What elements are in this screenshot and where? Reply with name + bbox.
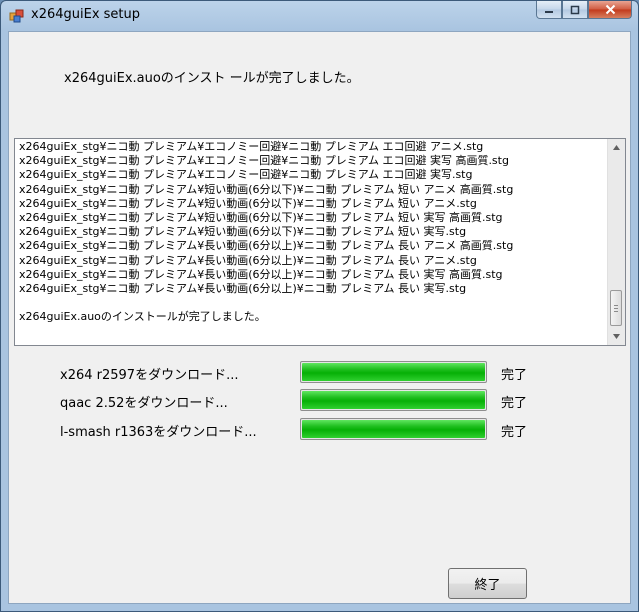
log-final-line: x264guiEx.auoのインストールが完了しました。 bbox=[19, 310, 266, 324]
progress-fill bbox=[302, 420, 485, 438]
progress-fill bbox=[302, 391, 485, 409]
minimize-button[interactable] bbox=[536, 1, 562, 19]
log-lines: x264guiEx_stg¥ニコ動 プレミアム¥エコノミー回避¥ニコ動 プレミア… bbox=[19, 140, 609, 324]
minimize-icon bbox=[545, 10, 553, 13]
grip-line bbox=[614, 311, 618, 312]
log-line: x264guiEx_stg¥ニコ動 プレミアム¥短い動画(6分以下)¥ニコ動 プ… bbox=[19, 196, 477, 210]
scroll-down-arrow-icon bbox=[613, 334, 620, 339]
setup-window: x264guiEx setup x264guiEx.auoのインスト ールが完了… bbox=[0, 0, 639, 612]
app-icon bbox=[9, 9, 24, 23]
download-progress-bar bbox=[300, 361, 487, 383]
log-scrollbar[interactable] bbox=[607, 139, 625, 345]
download-status: 完了 bbox=[501, 425, 528, 440]
scroll-down-button[interactable] bbox=[608, 328, 625, 345]
log-line: x264guiEx_stg¥ニコ動 プレミアム¥エコノミー回避¥ニコ動 プレミア… bbox=[19, 168, 473, 182]
client-area: x264guiEx.auoのインスト ールが完了しました。 x264guiEx_… bbox=[8, 31, 631, 604]
scroll-thumb[interactable] bbox=[610, 290, 622, 326]
log-line: x264guiEx_stg¥ニコ動 プレミアム¥短い動画(6分以下)¥ニコ動 プ… bbox=[19, 225, 467, 239]
window-title: x264guiEx setup bbox=[31, 7, 141, 22]
grip-line bbox=[614, 305, 618, 306]
download-row-lsmash: l-smash r1363をダウンロード... 完了 bbox=[9, 418, 632, 442]
maximize-icon bbox=[570, 5, 580, 14]
download-progress-bar bbox=[300, 418, 487, 440]
install-status-message: x264guiEx.auoのインスト ールが完了しました。 bbox=[64, 71, 360, 86]
close-icon bbox=[605, 4, 615, 15]
download-label: qaac 2.52をダウンロード... bbox=[60, 396, 228, 411]
log-line: x264guiEx_stg¥ニコ動 プレミアム¥短い動画(6分以下)¥ニコ動 プ… bbox=[19, 182, 514, 196]
scroll-up-arrow-icon bbox=[613, 145, 620, 150]
log-line: x264guiEx_stg¥ニコ動 プレミアム¥短い動画(6分以下)¥ニコ動 プ… bbox=[19, 210, 503, 224]
install-log-textbox[interactable]: x264guiEx_stg¥ニコ動 プレミアム¥エコノミー回避¥ニコ動 プレミア… bbox=[14, 138, 626, 346]
download-label: l-smash r1363をダウンロード... bbox=[60, 425, 257, 440]
log-line: x264guiEx_stg¥ニコ動 プレミアム¥長い動画(6分以上)¥ニコ動 プ… bbox=[19, 239, 514, 253]
download-status: 完了 bbox=[501, 396, 528, 411]
log-line: x264guiEx_stg¥ニコ動 プレミアム¥エコノミー回避¥ニコ動 プレミア… bbox=[19, 154, 509, 168]
maximize-button[interactable] bbox=[562, 1, 588, 19]
download-progress-bar bbox=[300, 389, 487, 411]
download-row-qaac: qaac 2.52をダウンロード... 完了 bbox=[9, 389, 632, 413]
close-button[interactable] bbox=[588, 1, 632, 19]
finish-button[interactable]: 終了 bbox=[448, 568, 527, 599]
download-label: x264 r2597をダウンロード... bbox=[60, 368, 239, 383]
title-bar[interactable]: x264guiEx setup bbox=[1, 1, 638, 31]
caption-buttons bbox=[536, 1, 632, 21]
log-line: x264guiEx_stg¥ニコ動 プレミアム¥エコノミー回避¥ニコ動 プレミア… bbox=[19, 140, 484, 153]
progress-fill bbox=[302, 363, 485, 381]
log-line: x264guiEx_stg¥ニコ動 プレミアム¥長い動画(6分以上)¥ニコ動 プ… bbox=[19, 281, 467, 295]
download-status: 完了 bbox=[501, 368, 528, 383]
log-line: x264guiEx_stg¥ニコ動 プレミアム¥長い動画(6分以上)¥ニコ動 プ… bbox=[19, 267, 503, 281]
log-blank-line bbox=[19, 296, 609, 310]
log-line: x264guiEx_stg¥ニコ動 プレミアム¥長い動画(6分以上)¥ニコ動 プ… bbox=[19, 253, 477, 267]
scroll-up-button[interactable] bbox=[608, 139, 625, 156]
download-row-x264: x264 r2597をダウンロード... 完了 bbox=[9, 361, 632, 385]
grip-line bbox=[614, 308, 618, 309]
